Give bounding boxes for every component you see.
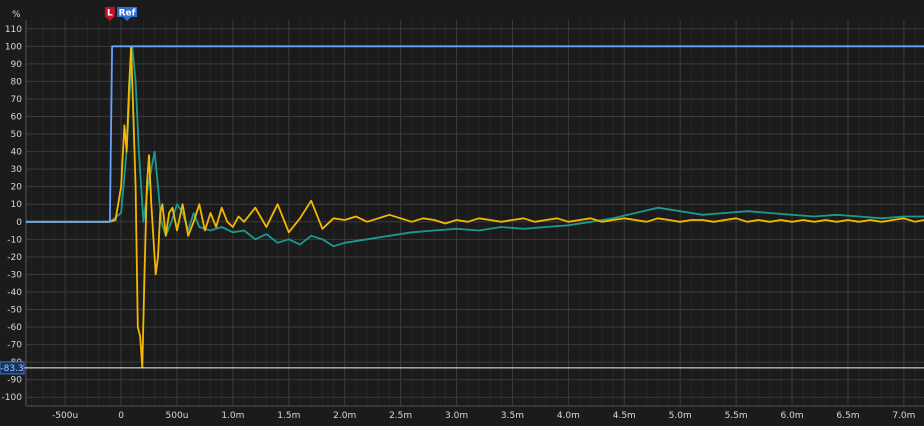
x-tick-label: 1.0m [221,411,244,421]
y-tick-label: -30 [7,270,22,280]
cursor-readout-label: -83.3 [0,364,23,374]
y-tick-label: 100 [5,42,22,52]
x-tick-label: 500u [166,411,189,421]
x-tick-label: 4.5m [613,411,636,421]
y-tick-label: -20 [7,253,22,263]
x-tick-label: 5.0m [669,411,692,421]
y-tick-label: 20 [11,183,23,193]
y-tick-label: 80 [11,77,23,87]
x-tick-label: 7.0m [892,411,915,421]
y-tick-label: -50 [7,306,22,316]
x-tick-label: 0 [118,411,124,421]
y-tick-label: -10 [7,235,22,245]
x-tick-label: 3.5m [501,411,524,421]
x-tick-label: 6.5m [836,411,859,421]
y-tick-label: 70 [11,95,23,105]
x-tick-label: -500u [52,411,78,421]
x-tick-label: 2.5m [389,411,412,421]
y-tick-label: 10 [11,200,23,210]
y-tick-label: -100 [2,393,23,403]
x-tick-label: 6.0m [780,411,803,421]
y-tick-label: 30 [11,165,23,175]
y-tick-label: 40 [11,148,23,158]
x-tick-label: 5.5m [725,411,748,421]
y-tick-label: -60 [7,323,22,333]
impulse-response-chart: 1101009080706050403020100-10-20-30-40-50… [0,0,924,426]
y-tick-label: 50 [11,130,23,140]
y-tick-label: 0 [16,218,22,228]
y-tick-label: 110 [5,25,22,35]
x-tick-label: 4.0m [557,411,580,421]
y-tick-label: -70 [7,341,22,351]
y-tick-label: 90 [11,60,23,70]
y-tick-label: 60 [11,113,23,123]
x-tick-label: 3.0m [445,411,468,421]
x-tick-label: 2.0m [333,411,356,421]
y-tick-label: -90 [7,376,22,386]
marker-label-ref: Ref [119,9,136,19]
y-axis-unit-label: % [12,10,21,20]
marker-label-l: L [107,9,113,19]
x-tick-label: 1.5m [277,411,300,421]
y-tick-label: -40 [7,288,22,298]
